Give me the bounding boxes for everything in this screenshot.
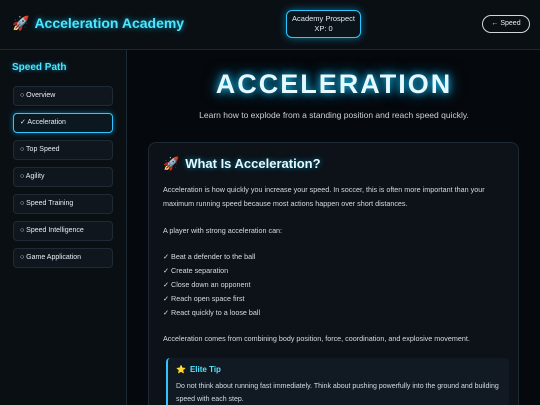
app-window: 🚀 Acceleration Academy Academy Prospect …	[0, 0, 540, 405]
xp-value: XP: 0	[314, 24, 333, 33]
page-subtitle: Learn how to explode from a standing pos…	[199, 110, 469, 120]
rocket-icon: 🚀	[163, 156, 180, 171]
sidebar-title: Speed Path	[12, 62, 67, 73]
summary-paragraph: Acceleration comes from combining body p…	[163, 334, 470, 343]
back-to-speed-button[interactable]: ← Speed	[482, 15, 530, 33]
rocket-icon: 🚀	[12, 15, 30, 31]
sidebar-item-speed-intelligence[interactable]: ○ Speed Intelligence	[13, 221, 113, 241]
sidebar-item-agility[interactable]: ○ Agility	[13, 167, 113, 187]
tip-text: Do not think about running fast immediat…	[176, 383, 499, 403]
rank-label: Academy Prospect	[292, 14, 355, 23]
page-title: ACCELERATION	[215, 69, 453, 99]
tip-title: Elite Tip	[189, 365, 221, 374]
list-item: ✓ Create separation	[163, 266, 229, 275]
sidebar-item-top-speed[interactable]: ○ Top Speed	[13, 140, 113, 160]
main-content: ACCELERATION Learn how to explode from a…	[128, 50, 540, 405]
brand[interactable]: 🚀 Acceleration Academy	[12, 14, 184, 32]
star-icon: ⭐	[176, 365, 186, 374]
lesson-card: 🚀 What Is Acceleration? Acceleration is …	[148, 142, 519, 405]
sidebar-item-acceleration[interactable]: ✓ Acceleration	[13, 113, 113, 133]
intro-paragraph: Acceleration is how quickly you increase…	[163, 185, 485, 208]
list-item: ✓ Reach open space first	[163, 294, 245, 303]
list-item: ✓ Beat a defender to the ball	[163, 252, 256, 261]
list-intro: A player with strong acceleration can:	[163, 226, 283, 235]
sidebar-item-speed-training[interactable]: ○ Speed Training	[13, 194, 113, 214]
list-item: ✓ Close down an opponent	[163, 280, 251, 289]
xp-status-badge: Academy Prospect XP: 0	[286, 10, 361, 38]
list-item: ✓ React quickly to a loose ball	[163, 308, 261, 317]
sidebar: Speed Path ○ Overview ✓ Acceleration ○ T…	[0, 50, 127, 405]
brand-title: Acceleration Academy	[34, 15, 185, 31]
sidebar-item-game-application[interactable]: ○ Game Application	[13, 248, 113, 268]
top-header: 🚀 Acceleration Academy Academy Prospect …	[0, 0, 540, 50]
tip-heading: ⭐ Elite Tip	[176, 365, 221, 375]
elite-tip-callout: ⭐ Elite Tip Do not think about running f…	[166, 358, 509, 405]
sidebar-item-overview[interactable]: ○ Overview	[13, 86, 113, 106]
section-heading: 🚀 What Is Acceleration?	[163, 156, 321, 172]
section-title: What Is Acceleration?	[185, 156, 321, 171]
